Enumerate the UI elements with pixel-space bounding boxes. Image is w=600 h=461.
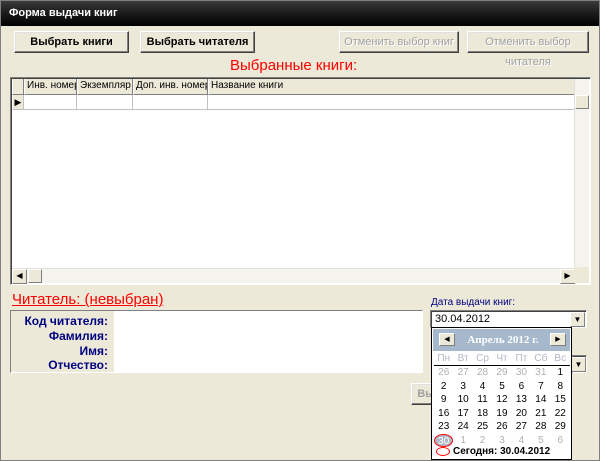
calendar-day[interactable]: 1 <box>551 366 570 380</box>
calendar-day[interactable]: 25 <box>473 420 492 434</box>
calendar-day-selected[interactable]: 30 <box>434 433 454 447</box>
calendar-day[interactable]: 15 <box>551 393 570 407</box>
calendar-day[interactable]: 18 <box>473 407 492 421</box>
weekday-row: Пн Вт Ср Чт Пт Сб Вс <box>434 353 570 366</box>
calendar-day[interactable]: 4 <box>473 380 492 394</box>
calendar-day[interactable]: 20 <box>512 407 531 421</box>
cell-extra-inv-number[interactable] <box>133 95 208 110</box>
weekday-label: Вт <box>457 353 469 364</box>
calendar-day[interactable]: 4 <box>512 434 531 448</box>
column-header-extra-inv-number[interactable]: Доп. инв. номер <box>133 79 208 95</box>
grid-horizontal-scrollbar[interactable]: ◀ ▶ <box>12 268 575 284</box>
calendar-day[interactable]: 24 <box>453 420 472 434</box>
weekday-label: Сб <box>534 353 548 364</box>
issue-date-picker[interactable]: 30.04.2012 ▼ <box>430 310 587 328</box>
scrollbar-corner <box>574 267 589 283</box>
table-row[interactable]: ▶ <box>12 95 578 110</box>
calendar-day[interactable]: 10 <box>453 393 472 407</box>
calendar-day[interactable]: 3 <box>453 380 472 394</box>
calendar-month-label[interactable]: Апрель 2012 г. <box>459 334 547 346</box>
calendar-popup[interactable]: ◀ Апрель 2012 г. ▶ Пн Вт Ср Чт Пт Сб Вс 26 27 28… <box>431 327 572 460</box>
weekday-label: Чт <box>496 353 508 364</box>
calendar-day[interactable]: 13 <box>512 393 531 407</box>
calendar-day[interactable]: 2 <box>434 380 453 394</box>
today-label: Сегодня: 30.04.2012 <box>453 446 551 457</box>
row-indicator-icon: ▶ <box>12 95 24 110</box>
cell-inv-number[interactable] <box>24 95 77 110</box>
calendar-header: ◀ Апрель 2012 г. ▶ <box>433 329 570 351</box>
calendar-days-grid: 26 27 28 29 30 31 1 2 3 4 5 6 7 8 9 10 11 12 13 14 15 16 17 18 1… <box>434 366 570 447</box>
reader-last-name-label: Фамилия: <box>48 329 108 343</box>
cell-copy[interactable] <box>77 95 133 110</box>
calendar-day[interactable]: 29 <box>551 420 570 434</box>
reader-values-area <box>114 311 422 372</box>
calendar-day[interactable]: 30 <box>512 366 531 380</box>
weekday-label: Пн <box>437 353 451 364</box>
second-date-picker[interactable]: ▼ <box>571 355 587 373</box>
calendar-day[interactable]: 26 <box>434 366 453 380</box>
select-reader-button[interactable]: Выбрать читателя <box>140 31 255 53</box>
calendar-day[interactable]: 29 <box>492 366 511 380</box>
calendar-day[interactable]: 5 <box>531 434 550 448</box>
column-header-copy[interactable]: Экземпляр <box>77 79 133 95</box>
column-header-inv-number[interactable]: Инв. номер <box>24 79 77 95</box>
next-month-icon[interactable]: ▶ <box>550 333 566 346</box>
prev-month-icon[interactable]: ◀ <box>439 333 455 346</box>
grid-vertical-scrollbar[interactable] <box>574 79 589 268</box>
grid-header-indicator <box>12 79 24 95</box>
window-title: Форма выдачи книг <box>1 1 599 26</box>
dropdown-arrow-icon[interactable]: ▼ <box>570 312 585 327</box>
weekday-label: Пт <box>515 353 528 364</box>
selected-books-title: Выбранные книги: <box>230 57 358 74</box>
select-books-button[interactable]: Выбрать книги <box>14 31 129 53</box>
calendar-day[interactable]: 26 <box>492 420 511 434</box>
calendar-day[interactable]: 12 <box>492 393 511 407</box>
reader-patronymic-label: Отчество: <box>48 358 108 372</box>
calendar-day[interactable]: 22 <box>551 407 570 421</box>
book-issue-window: Форма выдачи книг Выбрать книги Выбрать … <box>0 0 600 461</box>
calendar-day[interactable]: 3 <box>492 434 511 448</box>
issue-date-value: 30.04.2012 <box>435 313 491 325</box>
calendar-day[interactable]: 28 <box>531 420 550 434</box>
calendar-day[interactable]: 28 <box>473 366 492 380</box>
vertical-scroll-thumb[interactable] <box>575 95 589 109</box>
dropdown-arrow-icon[interactable]: ▼ <box>571 357 586 372</box>
calendar-day[interactable]: 6 <box>551 434 570 448</box>
today-marker-icon <box>436 447 450 456</box>
scroll-left-arrow-icon[interactable]: ◀ <box>12 269 27 284</box>
calendar-day[interactable]: 7 <box>531 380 550 394</box>
calendar-day[interactable]: 14 <box>531 393 550 407</box>
reader-first-name-label: Имя: <box>79 344 109 358</box>
selected-books-grid[interactable]: Инв. номер Экземпляр Доп. инв. номер Наз… <box>10 77 591 285</box>
issue-date-label: Дата выдачи книг: <box>431 297 516 308</box>
cancel-books-button[interactable]: Отменить выбор книг <box>339 31 459 53</box>
cell-book-title[interactable] <box>208 95 578 110</box>
calendar-day[interactable]: 11 <box>473 393 492 407</box>
calendar-day[interactable]: 6 <box>512 380 531 394</box>
calendar-day[interactable]: 27 <box>512 420 531 434</box>
calendar-day[interactable]: 2 <box>473 434 492 448</box>
calendar-day[interactable]: 21 <box>531 407 550 421</box>
cancel-reader-button[interactable]: Отменить выбор читателя <box>467 31 589 68</box>
grid-header: Инв. номер Экземпляр Доп. инв. номер Наз… <box>12 79 578 95</box>
reader-title: Читатель: (невыбран) <box>12 291 164 308</box>
calendar-day[interactable]: 17 <box>453 407 472 421</box>
calendar-day[interactable]: 31 <box>531 366 550 380</box>
column-header-book-title[interactable]: Название книги <box>208 79 578 95</box>
calendar-day[interactable]: 1 <box>453 434 472 448</box>
reader-info-panel: Код читателя: Фамилия: Имя: Отчество: <box>10 310 423 373</box>
weekday-label: Вс <box>554 353 567 364</box>
calendar-day[interactable]: 23 <box>434 420 453 434</box>
horizontal-scroll-thumb[interactable] <box>28 269 42 283</box>
today-link[interactable]: Сегодня: 30.04.2012 <box>436 446 550 457</box>
calendar-day[interactable]: 9 <box>434 393 453 407</box>
calendar-day[interactable]: 8 <box>551 380 570 394</box>
weekday-label: Ср <box>476 353 489 364</box>
calendar-day[interactable]: 5 <box>492 380 511 394</box>
calendar-day[interactable]: 27 <box>453 366 472 380</box>
scroll-right-arrow-icon[interactable]: ▶ <box>560 269 575 284</box>
calendar-day[interactable]: 19 <box>492 407 511 421</box>
calendar-day[interactable]: 16 <box>434 407 453 421</box>
reader-code-label: Код читателя: <box>24 314 108 328</box>
